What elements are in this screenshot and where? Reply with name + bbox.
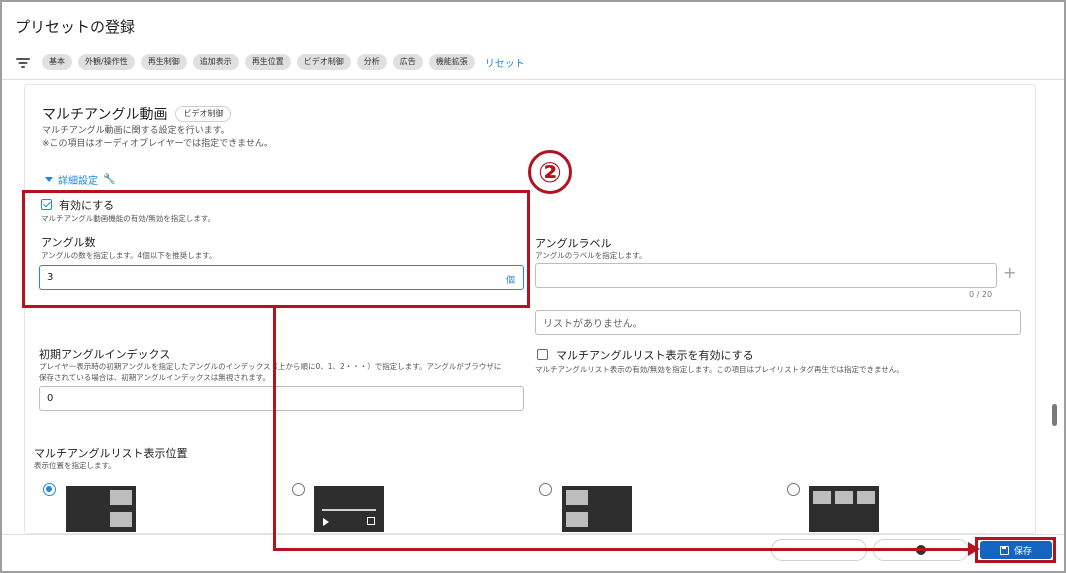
filter-chip-video-control[interactable]: ビデオ制御	[296, 54, 351, 70]
angle-label-counter: 0 / 20	[969, 290, 993, 299]
position-radio-left[interactable]	[539, 483, 552, 496]
reset-link[interactable]: リセット	[485, 55, 525, 70]
settings-panel	[24, 84, 1036, 534]
filter-bar: 基本 外観/操作性 再生制御 追加表示 再生位置 ビデオ制御 分析 広告 機能拡…	[15, 52, 525, 72]
filter-chip-appearance[interactable]: 外観/操作性	[78, 54, 135, 70]
caret-down-icon	[45, 177, 53, 182]
list-display-label: マルチアングルリスト表示を有効にする	[556, 349, 754, 362]
angle-label-empty-list: リストがありません。	[535, 310, 1021, 335]
filter-chip-basic[interactable]: 基本	[42, 54, 72, 70]
position-radio-right[interactable]	[43, 483, 56, 496]
filter-chip-ads[interactable]: 広告	[392, 54, 423, 70]
filter-chip-analytics[interactable]: 分析	[356, 54, 387, 70]
play-icon	[323, 518, 329, 526]
initial-index-input[interactable]: 0	[39, 386, 524, 411]
add-label-icon[interactable]: +	[1003, 263, 1016, 282]
detail-settings-toggle[interactable]: 詳細設定 🔧	[45, 172, 115, 187]
wrench-icon: 🔧	[103, 174, 116, 185]
initial-index-value: 0	[47, 393, 54, 404]
page-title: プリセットの登録	[15, 18, 136, 36]
position-radio-bottom[interactable]	[292, 483, 305, 496]
section-desc-line1: マルチアングル動画に関する設定を行います。	[42, 126, 230, 136]
footer-divider	[2, 534, 1064, 535]
annotation-step-marker: ②	[528, 150, 572, 194]
filter-chip-position[interactable]: 再生位置	[244, 54, 291, 70]
list-display-checkbox[interactable]	[537, 349, 548, 360]
position-radio-top[interactable]	[787, 483, 800, 496]
initial-index-label: 初期アングルインデックス	[39, 348, 171, 361]
fullscreen-icon	[367, 517, 375, 525]
list-position-label: マルチアングルリスト表示位置	[34, 447, 188, 460]
initial-index-help: プレイヤー表示時の初期アングルを指定したアングルのインデックス（上から順に0、1…	[39, 361, 521, 383]
initial-index-help-line1: プレイヤー表示時の初期アングルを指定したアングルのインデックス（上から順に0、1…	[39, 362, 502, 371]
angle-label-label: アングルラベル	[535, 237, 612, 250]
list-display-help: マルチアングルリスト表示の有効/無効を指定します。この項目はプレイリストタグ再生…	[535, 365, 904, 374]
position-thumb-bottom	[314, 486, 384, 532]
annotation-highlight-box	[22, 190, 530, 308]
scrollbar-thumb[interactable]	[1052, 404, 1057, 426]
section-header: マルチアングル動画 ビデオ制御	[42, 104, 232, 124]
annotation-arrow-head	[968, 542, 980, 556]
section-description: マルチアングル動画に関する設定を行います。 ※この項目はオーディオプレイヤーでは…	[42, 125, 273, 151]
section-desc-line2: ※この項目はオーディオプレイヤーでは指定できません。	[42, 139, 273, 149]
header-divider	[2, 79, 1064, 80]
position-thumb-top	[809, 486, 879, 532]
filter-chip-playback[interactable]: 再生制御	[140, 54, 187, 70]
angle-label-input[interactable]	[535, 263, 997, 288]
filter-chip-extensions[interactable]: 機能拡張	[428, 54, 475, 70]
annotation-line-horizontal	[273, 548, 970, 551]
angle-label-help: アングルのラベルを指定します。	[535, 251, 647, 260]
position-thumb-right	[66, 486, 136, 532]
position-thumb-left	[562, 486, 632, 532]
list-position-help: 表示位置を指定します。	[34, 461, 116, 470]
annotation-save-highlight	[975, 537, 1056, 563]
filter-icon[interactable]	[15, 54, 31, 70]
section-category-chip: ビデオ制御	[175, 106, 232, 122]
section-title: マルチアングル動画	[42, 107, 168, 123]
filter-chip-additional[interactable]: 追加表示	[192, 54, 239, 70]
detail-settings-label: 詳細設定	[58, 176, 98, 187]
initial-index-help-line2: 保存されている場合は、初期アングルインデックスは無視されます。	[39, 373, 270, 382]
annotation-line-vertical	[273, 306, 276, 551]
